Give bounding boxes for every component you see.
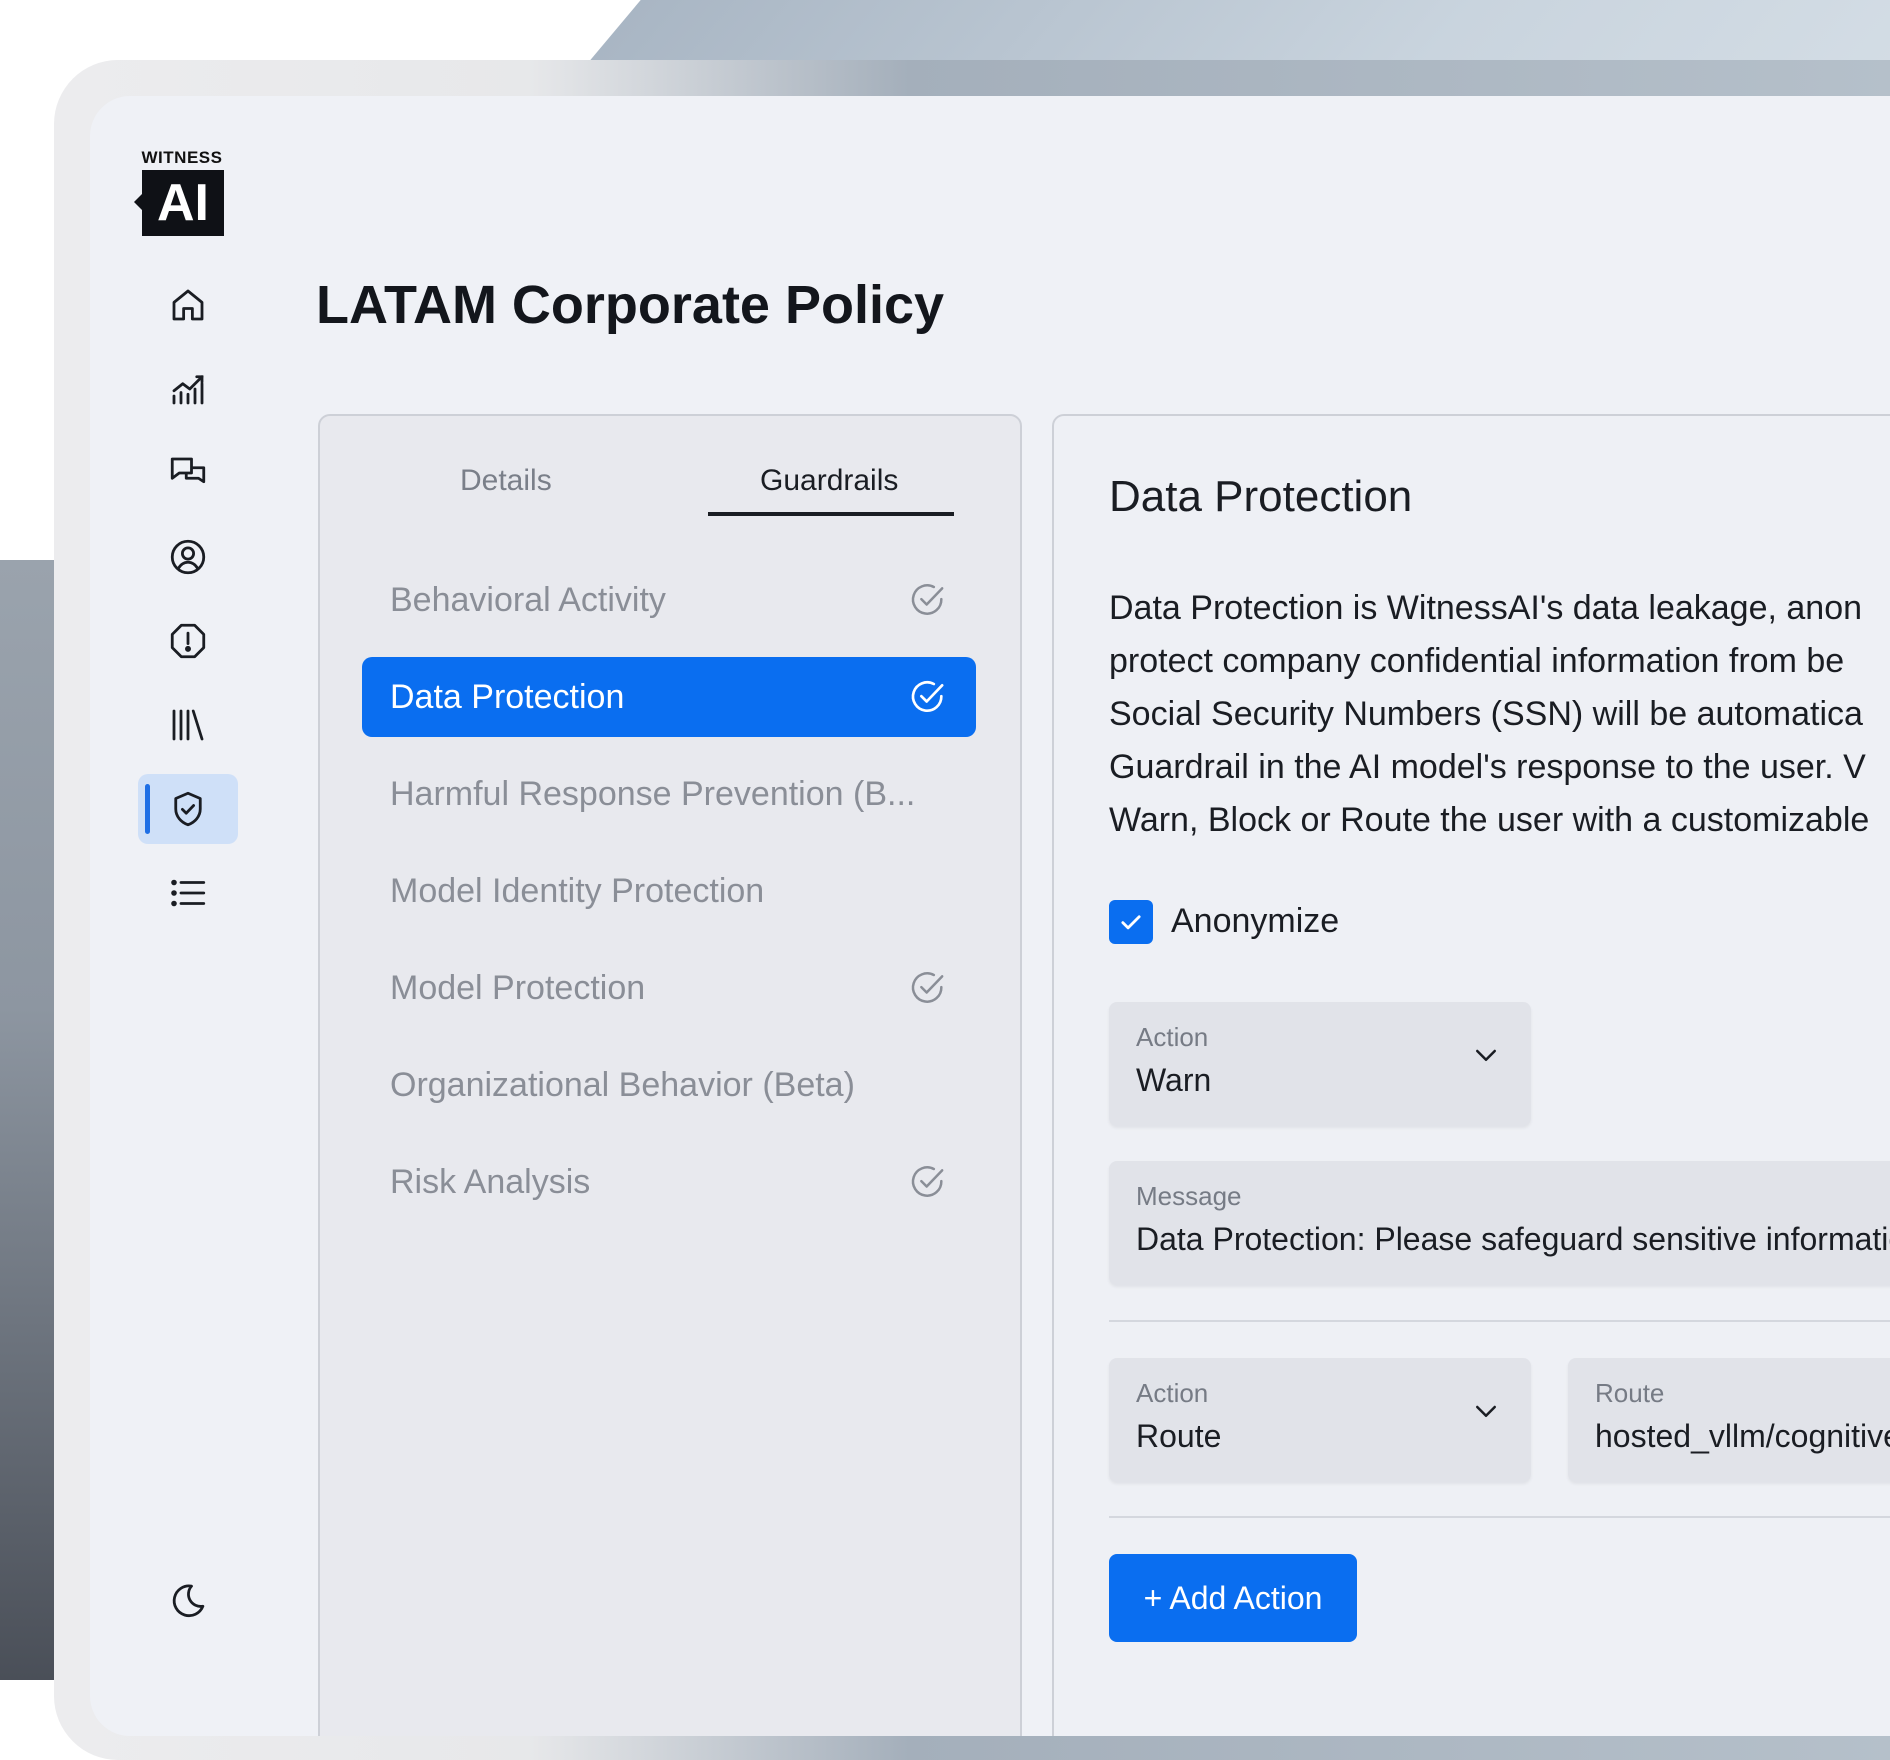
message-field[interactable]: Message Data Protection: Please safeguar… <box>1109 1161 1890 1285</box>
app-window: WITNESS AI LATAM Corporate Policy Detail… <box>90 96 1890 1736</box>
check-circle-icon <box>911 1166 944 1197</box>
nav-guardrails-policies[interactable] <box>138 774 238 844</box>
route-field-value: hosted_vllm/cognitive <box>1595 1418 1890 1454</box>
list-icon <box>171 879 206 907</box>
alert-icon <box>170 623 206 659</box>
tab-details[interactable]: Details <box>460 464 552 498</box>
add-action-button[interactable]: + Add Action <box>1109 1554 1357 1642</box>
home-icon <box>172 289 204 321</box>
guardrail-item-organizational-behavior[interactable]: Organizational Behavior (Beta) <box>362 1045 976 1125</box>
description-line: Guardrail in the AI model's response to … <box>1109 748 1866 786</box>
nav-analytics[interactable] <box>138 354 238 424</box>
guardrail-item-behavioral-activity[interactable]: Behavioral Activity <box>362 560 976 640</box>
action-select-1[interactable]: Action Warn <box>1109 1002 1531 1126</box>
guardrail-item-label: Model Identity Protection <box>390 871 765 910</box>
description-line: Data Protection is WitnessAI's data leak… <box>1109 589 1863 627</box>
shield-check-icon <box>174 791 202 827</box>
guardrail-item-label: Harmful Response Prevention (B... <box>390 774 916 813</box>
guardrail-detail-panel: Data Protection Data Protection is Witne… <box>1052 414 1890 1736</box>
guardrails-list-panel: Details Guardrails Behavioral Activity D… <box>318 414 1022 1736</box>
action-select-2[interactable]: Action Route <box>1109 1358 1531 1482</box>
action-select-label: Action <box>1136 1378 1209 1408</box>
checkmark-icon <box>1121 915 1141 930</box>
nav-list[interactable] <box>138 858 238 928</box>
chat-icon <box>170 457 206 484</box>
section-divider <box>1109 1320 1890 1322</box>
check-circle-icon <box>911 681 944 712</box>
nav-alerts[interactable] <box>138 606 238 676</box>
route-field-label: Route <box>1595 1378 1665 1408</box>
chevron-down-icon <box>1476 1405 1496 1417</box>
dark-mode-toggle[interactable] <box>138 1566 238 1636</box>
action-select-value: Warn <box>1136 1062 1212 1098</box>
anonymize-label: Anonymize <box>1171 902 1340 940</box>
guardrail-item-model-protection[interactable]: Model Protection <box>362 948 976 1028</box>
logo-box-text: AI <box>134 170 224 236</box>
guardrail-item-harmful-response-prevention[interactable]: Harmful Response Prevention (B... <box>362 754 976 834</box>
description-line: protect company confidential information… <box>1109 642 1845 680</box>
guardrail-item-data-protection[interactable]: Data Protection <box>362 657 976 737</box>
anonymize-checkbox[interactable] <box>1109 900 1153 944</box>
action-select-value: Route <box>1136 1418 1222 1454</box>
check-circle-icon <box>911 584 944 615</box>
route-field[interactable]: Route hosted_vllm/cognitive <box>1568 1358 1890 1482</box>
guardrail-item-label: Risk Analysis <box>390 1162 591 1201</box>
detail-description: Data Protection is WitnessAI's data leak… <box>1109 582 1890 847</box>
nav-home[interactable] <box>138 270 238 340</box>
guardrail-item-risk-analysis[interactable]: Risk Analysis <box>362 1142 976 1222</box>
chevron-down-icon <box>1476 1049 1496 1061</box>
guardrail-item-label: Data Protection <box>390 677 625 716</box>
detail-title: Data Protection <box>1109 472 1413 521</box>
library-icon <box>172 709 204 741</box>
nav-chat[interactable] <box>138 438 238 508</box>
analytics-icon <box>172 375 204 405</box>
message-field-value: Data Protection: Please safeguard sensit… <box>1136 1221 1890 1257</box>
witnessai-logo: WITNESS AI <box>134 148 224 236</box>
guardrail-item-label: Model Protection <box>390 968 646 1007</box>
logo-top-text: WITNESS <box>141 148 223 167</box>
user-icon <box>170 539 206 575</box>
moon-icon <box>172 1584 205 1618</box>
page-title: LATAM Corporate Policy <box>316 275 945 335</box>
description-line: Warn, Block or Route the user with a cus… <box>1109 801 1870 839</box>
nav-users[interactable] <box>138 522 238 592</box>
guardrail-item-label: Behavioral Activity <box>390 580 666 619</box>
tab-guardrails[interactable]: Guardrails <box>760 464 898 498</box>
guardrail-item-label: Organizational Behavior (Beta) <box>390 1065 855 1104</box>
check-circle-icon <box>911 972 944 1003</box>
guardrail-item-model-identity-protection[interactable]: Model Identity Protection <box>362 851 976 931</box>
message-field-label: Message <box>1136 1181 1242 1211</box>
nav-library[interactable] <box>138 690 238 760</box>
action-select-label: Action <box>1136 1022 1209 1052</box>
active-tab-indicator <box>708 512 954 516</box>
description-line: Social Security Numbers (SSN) will be au… <box>1109 695 1863 733</box>
section-divider <box>1109 1516 1890 1518</box>
